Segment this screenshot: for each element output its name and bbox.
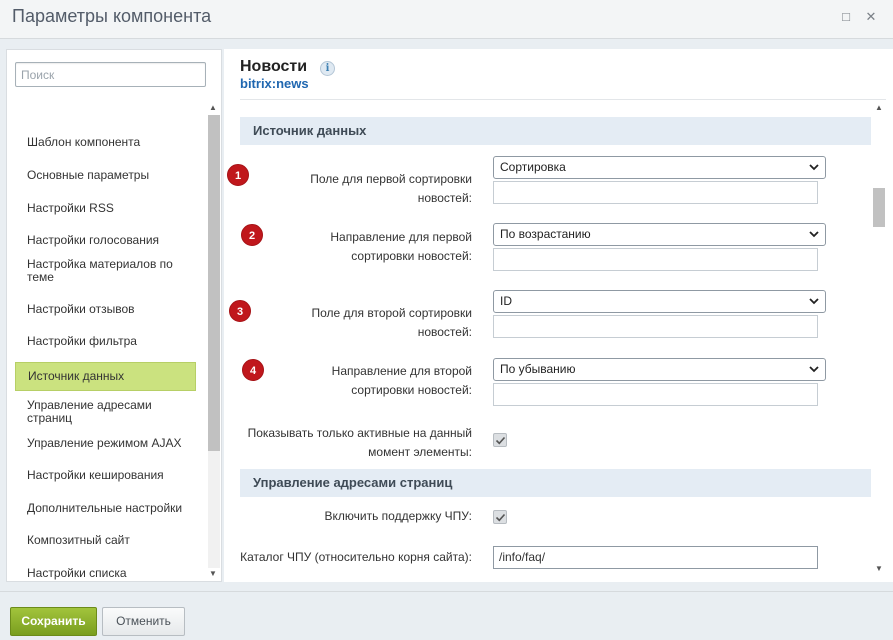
- sort-field-2-select[interactable]: ID: [493, 290, 826, 313]
- sidebar-item-cache[interactable]: Настройки кеширования: [15, 463, 196, 487]
- field-label: Включить поддержку ЧПУ:: [324, 509, 473, 523]
- step-badge: 1: [227, 164, 249, 186]
- step-badge: 2: [241, 224, 263, 246]
- sort-order-1-select[interactable]: По возрастанию: [493, 223, 826, 246]
- sidebar-item-ajax[interactable]: Управление режимом AJAX: [15, 431, 196, 455]
- sidebar-item-label: Основные параметры: [27, 167, 150, 182]
- sort-order-1-custom-input[interactable]: [493, 248, 818, 271]
- sidebar-item-label: Источник данных: [28, 369, 125, 383]
- sidebar-item-related[interactable]: Настройка материалов по теме: [15, 255, 196, 287]
- sidebar-item-template[interactable]: Шаблон компонента: [15, 130, 196, 154]
- info-icon[interactable]: i: [320, 61, 335, 76]
- step-badge: 3: [229, 300, 251, 322]
- sidebar-item-label: Настройки фильтра: [27, 333, 137, 348]
- section-data-source: Источник данных: [240, 117, 871, 145]
- sidebar-item-filter[interactable]: Настройки фильтра: [15, 329, 196, 353]
- sidebar-item-label: Настройки списка: [27, 565, 127, 580]
- chevron-down-icon: [809, 231, 819, 238]
- sort-order-2-select[interactable]: По убыванию: [493, 358, 826, 381]
- divider: [240, 99, 886, 100]
- component-code: bitrix:news: [240, 76, 309, 91]
- sidebar-item-label: Настройка материалов по теме: [27, 257, 173, 284]
- sort-field-2-custom-input[interactable]: [493, 315, 818, 338]
- checkmark-icon: [495, 513, 506, 522]
- sort-field-1-custom-input[interactable]: [493, 181, 818, 204]
- select-value: По убыванию: [500, 362, 576, 376]
- scroll-up-icon[interactable]: ▲: [206, 102, 220, 114]
- sidebar-item-voting[interactable]: Настройки голосования: [15, 228, 196, 252]
- sort-order-2-custom-input[interactable]: [493, 383, 818, 406]
- dialog-title: Параметры компонента: [12, 6, 212, 26]
- scroll-down-icon[interactable]: ▼: [872, 563, 886, 575]
- sidebar-item-label: Дополнительные настройки: [27, 500, 183, 515]
- dialog-body: Шаблон компонента Основные параметры Нас…: [0, 39, 893, 591]
- sidebar-item-composite[interactable]: Композитный сайт: [15, 528, 196, 552]
- panel-scrollbar[interactable]: ▲ ▼: [872, 103, 886, 575]
- scroll-up-icon[interactable]: ▲: [872, 102, 886, 114]
- step-badge: 4: [242, 359, 264, 381]
- select-value: По возрастанию: [500, 227, 591, 241]
- sidebar-item-label: Настройки отзывов: [27, 301, 135, 316]
- sidebar-item-list[interactable]: Настройки списка: [15, 561, 196, 585]
- sidebar-item-basic[interactable]: Основные параметры: [15, 163, 196, 187]
- sidebar-item-label: Настройки кеширования: [27, 467, 164, 482]
- sef-mode-checkbox[interactable]: [493, 510, 507, 524]
- sidebar-item-data-source[interactable]: Источник данных: [15, 362, 196, 391]
- scroll-thumb[interactable]: [873, 188, 885, 227]
- dialog-titlebar: Параметры компонента □ ✕: [0, 0, 893, 39]
- settings-panel: Новости i bitrix:news Источник данных 1 …: [224, 49, 893, 582]
- sidebar: Шаблон компонента Основные параметры Нас…: [6, 49, 222, 582]
- sidebar-item-rss[interactable]: Настройки RSS: [15, 196, 196, 220]
- sef-folder-input[interactable]: /info/faq/: [493, 546, 818, 569]
- sidebar-item-additional[interactable]: Дополнительные настройки: [15, 496, 196, 520]
- sidebar-scrollbar[interactable]: ▲ ▼: [206, 102, 220, 580]
- sidebar-item-label: Композитный сайт: [27, 532, 130, 547]
- close-icon[interactable]: ✕: [862, 8, 880, 26]
- section-urls: Управление адресами страниц: [240, 469, 871, 497]
- scroll-thumb[interactable]: [208, 115, 220, 451]
- field-label: Поле для первой сортировки новостей:: [310, 172, 472, 205]
- field-label: Направление для первой сортировки новост…: [330, 230, 472, 263]
- select-value: ID: [500, 294, 512, 308]
- sidebar-item-urls[interactable]: Управление адресами страниц: [15, 396, 196, 428]
- sidebar-item-label: Шаблон компонента: [27, 134, 141, 149]
- dialog-footer: Сохранить Отменить: [0, 591, 893, 640]
- field-label: Направление для второй сортировки новост…: [331, 364, 472, 397]
- chevron-down-icon: [809, 298, 819, 305]
- sidebar-item-label: Управление режимом AJAX: [27, 435, 182, 450]
- search-input[interactable]: [15, 62, 206, 87]
- chevron-down-icon: [809, 164, 819, 171]
- cancel-button[interactable]: Отменить: [102, 607, 185, 636]
- save-button[interactable]: Сохранить: [10, 607, 97, 636]
- maximize-icon[interactable]: □: [837, 8, 855, 26]
- scroll-down-icon[interactable]: ▼: [206, 568, 220, 580]
- checkmark-icon: [495, 436, 506, 445]
- sort-field-1-select[interactable]: Сортировка: [493, 156, 826, 179]
- component-name: Новости: [240, 58, 308, 75]
- sidebar-item-label: Настройки RSS: [27, 200, 114, 215]
- active-only-checkbox[interactable]: [493, 433, 507, 447]
- sidebar-item-reviews[interactable]: Настройки отзывов: [15, 297, 196, 321]
- sidebar-item-label: Управление адресами страниц: [27, 398, 152, 425]
- field-label: Поле для второй сортировки новостей:: [311, 306, 472, 339]
- sidebar-item-label: Настройки голосования: [27, 232, 160, 247]
- field-label: Показывать только активные на данный мом…: [247, 426, 472, 459]
- chevron-down-icon: [809, 366, 819, 373]
- select-value: Сортировка: [500, 160, 566, 174]
- field-label: Каталог ЧПУ (относительно корня сайта):: [240, 550, 472, 564]
